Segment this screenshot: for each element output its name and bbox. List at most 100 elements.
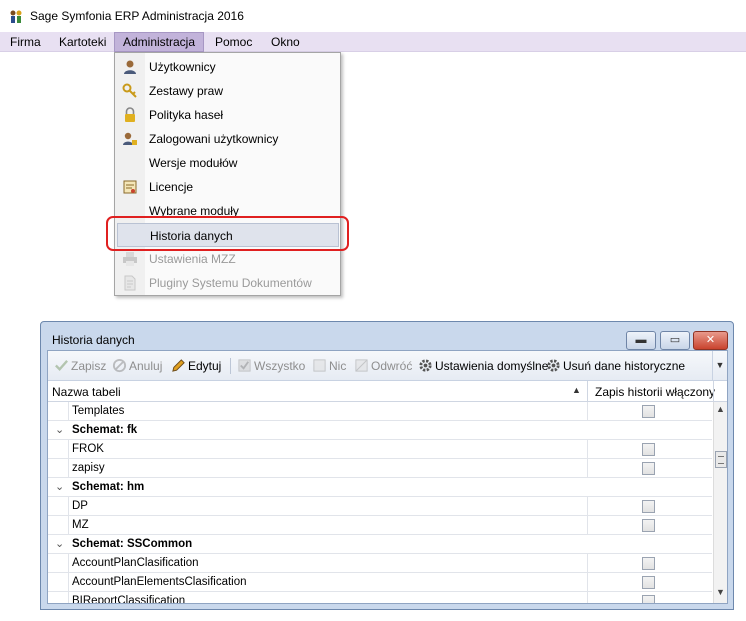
menu-okno[interactable]: Okno — [263, 32, 308, 52]
column-header-table-name[interactable]: Nazwa tabeli — [52, 385, 121, 399]
row-indent-line — [68, 459, 69, 478]
cancel-label: Anuluj — [129, 359, 163, 373]
group-row[interactable]: ⌄ Schemat: hm — [48, 478, 712, 497]
table-row[interactable]: Templates — [48, 402, 712, 421]
cell-divider — [587, 554, 588, 573]
window-title-bar[interactable]: Historia danych ▬ ▭ ✕ — [41, 322, 733, 350]
row-indent-line — [68, 497, 69, 516]
gear-icon — [419, 359, 432, 372]
minimize-icon: ▬ — [635, 334, 647, 346]
scroll-down-icon[interactable]: ▼ — [716, 587, 725, 597]
row-indent-line — [68, 554, 69, 573]
grid-body: Templates ⌄ Schemat: fk FROK zapisy ⌄ Schemat:… — [48, 402, 712, 603]
history-enabled-checkbox[interactable] — [642, 462, 655, 475]
menu-item-permission-sets[interactable]: Zestawy praw — [117, 79, 339, 103]
table-name-cell: MZ — [72, 519, 89, 531]
padlock-icon — [125, 107, 135, 122]
printer-icon — [123, 252, 137, 266]
row-indent-line — [68, 440, 69, 459]
collapse-chevron-icon[interactable]: ⌄ — [55, 423, 64, 436]
table-name-cell: zapisy — [72, 462, 105, 474]
table-row[interactable]: BIReportClassification — [48, 592, 712, 603]
toolbar: Zapisz Anuluj Edytuj Wszystko Nic Odwróć… — [48, 351, 727, 381]
menu-firma[interactable]: Firma — [2, 32, 49, 52]
column-divider — [713, 381, 714, 402]
history-enabled-checkbox[interactable] — [642, 405, 655, 418]
app-title-bar: Sage Symfonia ERP Administracja 2016 — [0, 0, 746, 32]
history-enabled-checkbox[interactable] — [642, 500, 655, 513]
grid-header: Nazwa tabeli ▲ Zapis historii włączony — [48, 381, 727, 402]
app-title: Sage Symfonia ERP Administracja 2016 — [30, 9, 244, 23]
table-name-cell: BIReportClassification — [72, 595, 186, 603]
keys-icon — [122, 83, 137, 98]
table-row[interactable]: AccountPlanElementsClasification — [48, 573, 712, 592]
minimize-button[interactable]: ▬ — [626, 331, 656, 350]
toolbar-separator — [230, 358, 231, 374]
sage-logo-icon — [10, 10, 22, 23]
scroll-thumb[interactable] — [715, 451, 727, 468]
save-label: Zapisz — [71, 359, 107, 373]
row-indent-line — [68, 573, 69, 592]
restore-button[interactable]: ▭ — [660, 331, 690, 350]
table-name-cell: AccountPlanElementsClasification — [72, 576, 247, 588]
cancel-icon — [112, 358, 127, 373]
pencil-icon — [172, 359, 185, 372]
group-row[interactable]: ⌄ Schemat: fk — [48, 421, 712, 440]
group-label: Schemat: fk — [72, 424, 138, 436]
menu-item-label: Pluginy Systemu Dokumentów — [149, 276, 312, 290]
cell-divider — [587, 592, 588, 603]
collapse-chevron-icon[interactable]: ⌄ — [55, 537, 64, 550]
row-indent-line — [68, 516, 69, 535]
select-none-label: Nic — [329, 359, 347, 373]
table-name-cell: Templates — [72, 405, 125, 417]
default-settings-label: Ustawienia domyślne — [435, 359, 549, 373]
menu-item-module-versions[interactable]: Wersje modułów — [117, 151, 339, 175]
history-enabled-checkbox[interactable] — [642, 576, 655, 589]
history-enabled-checkbox[interactable] — [642, 557, 655, 570]
table-row[interactable]: DP — [48, 497, 712, 516]
menu-item-password-policy[interactable]: Polityka haseł — [117, 103, 339, 127]
cell-divider — [587, 497, 588, 516]
user-lock-icon — [123, 132, 137, 145]
table-row[interactable]: AccountPlanClasification — [48, 554, 712, 573]
menu-item-users[interactable]: Użytkownicy — [117, 55, 339, 79]
menu-item-label: Użytkownicy — [149, 60, 216, 74]
cell-divider — [587, 573, 588, 592]
table-row[interactable]: FROK — [48, 440, 712, 459]
toolbar-overflow-button[interactable]: ▼ — [712, 351, 727, 380]
group-row[interactable]: ⌄ Schemat: SSCommon — [48, 535, 712, 554]
scroll-up-icon[interactable]: ▲ — [716, 404, 725, 414]
table-row[interactable]: zapisy — [48, 459, 712, 478]
group-label: Schemat: hm — [72, 481, 145, 493]
row-indent-line — [68, 402, 69, 421]
history-enabled-checkbox[interactable] — [642, 595, 655, 603]
menu-item-label: Licencje — [149, 180, 194, 194]
menu-kartoteki[interactable]: Kartoteki — [51, 32, 114, 52]
collapse-chevron-icon[interactable]: ⌄ — [55, 480, 64, 493]
license-icon — [123, 180, 137, 194]
menu-item-logged-users[interactable]: Zalogowani użytkownicy — [117, 127, 339, 151]
table-name-cell: AccountPlanClasification — [72, 557, 199, 569]
invert-label: Odwróć — [371, 359, 413, 373]
menu-item-licenses[interactable]: Licencje — [117, 175, 339, 199]
column-divider[interactable] — [587, 381, 588, 402]
row-indent-line — [68, 592, 69, 603]
menu-item-label: Polityka haseł — [149, 108, 224, 122]
menu-pomoc[interactable]: Pomoc — [207, 32, 260, 52]
administracja-dropdown: Użytkownicy Zestawy praw Polityka haseł … — [114, 52, 341, 296]
gear-icon — [547, 359, 560, 372]
restore-icon: ▭ — [669, 334, 681, 346]
menu-administracja[interactable]: Administracja — [114, 32, 205, 52]
table-row[interactable]: MZ — [48, 516, 712, 535]
close-button[interactable]: ✕ — [693, 331, 728, 350]
document-icon — [124, 275, 136, 291]
uncheck-all-icon — [313, 359, 326, 372]
history-enabled-checkbox[interactable] — [642, 443, 655, 456]
vertical-scrollbar[interactable]: ▲ ▼ — [713, 402, 727, 603]
column-header-history-enabled[interactable]: Zapis historii włączony — [595, 385, 715, 399]
menu-item-label: Zalogowani użytkownicy — [149, 132, 279, 146]
menu-item-document-plugins: Pluginy Systemu Dokumentów — [117, 271, 339, 295]
history-enabled-checkbox[interactable] — [642, 519, 655, 532]
cell-divider — [587, 440, 588, 459]
menu-bar: Firma Kartoteki Administracja Pomoc Okno — [0, 32, 746, 52]
